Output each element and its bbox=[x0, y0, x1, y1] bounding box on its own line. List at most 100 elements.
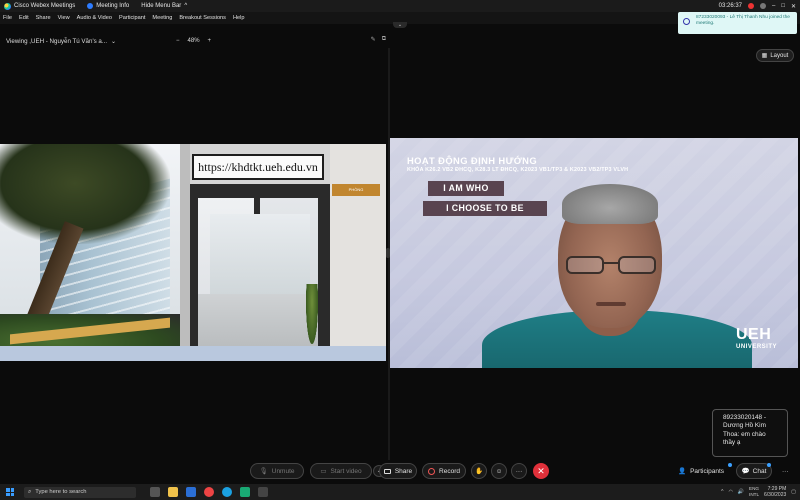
mail-icon[interactable] bbox=[186, 487, 196, 497]
more-panels-button[interactable]: ··· bbox=[782, 463, 789, 479]
speaker-mouth bbox=[596, 302, 626, 306]
mic-muted-icon: 🎙 bbox=[259, 468, 268, 475]
app-name: Cisco Webex Meetings bbox=[14, 3, 76, 9]
menu-breakout-sessions[interactable]: Breakout Sessions bbox=[179, 15, 226, 21]
webex-taskbar-icon[interactable] bbox=[240, 487, 250, 497]
search-icon: ⌕ bbox=[28, 488, 32, 495]
menu-audio-video[interactable]: Audio & Video bbox=[77, 15, 112, 21]
participants-icon: 👤 bbox=[678, 468, 687, 475]
viewing-label[interactable]: Viewing ,UEH - Nguyễn Tú Văn's a... bbox=[6, 38, 107, 45]
shared-bottom-strip bbox=[0, 346, 386, 361]
glasses-bridge bbox=[604, 262, 618, 264]
meeting-info-button[interactable]: Meeting Info bbox=[87, 3, 129, 9]
end-meeting-button[interactable]: ✕ bbox=[533, 463, 549, 479]
menu-help[interactable]: Help bbox=[233, 15, 245, 21]
zoom-out-button[interactable]: − bbox=[176, 38, 180, 44]
network-icon[interactable]: ◠ bbox=[728, 489, 732, 495]
start-video-button[interactable]: ▭ Start video bbox=[310, 463, 372, 479]
record-button[interactable]: Record bbox=[422, 463, 466, 479]
viewing-dropdown-icon[interactable]: ⌄ bbox=[111, 38, 116, 45]
menu-edit[interactable]: Edit bbox=[19, 15, 29, 21]
wall-right bbox=[330, 144, 386, 361]
windows-start-icon[interactable] bbox=[6, 488, 14, 496]
shared-content: https://khdtkt.ueh.edu.vn PHÒNG bbox=[0, 144, 386, 361]
tree-canopy-image bbox=[0, 144, 170, 244]
clock[interactable]: 7:29 PM 6/30/2023 bbox=[764, 486, 786, 498]
menu-meeting[interactable]: Meeting bbox=[152, 15, 172, 21]
url-sign: https://khdtkt.ueh.edu.vn bbox=[192, 154, 324, 180]
language-indicator[interactable]: ENG INTL bbox=[749, 486, 759, 498]
office-entrance-image: https://khdtkt.ueh.edu.vn PHÒNG bbox=[180, 144, 386, 361]
layout-label: Layout bbox=[770, 52, 789, 59]
system-tray: ^ ◠ 🔊 ENG INTL 7:29 PM 6/30/2023 ▢ bbox=[721, 484, 796, 500]
taskbar-search[interactable]: ⌕ Type here to search bbox=[24, 486, 136, 498]
collapse-caret-icon[interactable]: ⌄ bbox=[393, 22, 407, 28]
glasses-lens-left bbox=[566, 256, 604, 274]
slide-line-2: I CHOOSE TO BE bbox=[423, 201, 547, 216]
viewing-bar: Viewing ,UEH - Nguyễn Tú Văn's a... ⌄ − … bbox=[0, 34, 388, 48]
end-icon: ✕ bbox=[537, 465, 545, 476]
join-notification: 87233020093 - Lê Thị Thanh Nhu joined th… bbox=[678, 12, 797, 34]
unmute-button[interactable]: 🎙 Unmute bbox=[250, 463, 304, 479]
popout-icon[interactable]: ⧉ bbox=[382, 36, 386, 43]
more-options-button[interactable]: ··· bbox=[511, 463, 527, 479]
slide-subtitle: KHÓA K26.2 VB2 ĐHCQ, K28.3 LT ĐHCQ, K202… bbox=[407, 167, 629, 173]
recording-indicator-icon bbox=[748, 3, 754, 9]
status-icon bbox=[760, 3, 766, 9]
taskbar-apps bbox=[150, 487, 268, 497]
menu-file[interactable]: File bbox=[3, 15, 12, 21]
tray-chevron-icon[interactable]: ^ bbox=[721, 489, 723, 495]
ueh-logo-sub: UNIVERSITY bbox=[736, 344, 778, 350]
raise-hand-button[interactable]: ✋ bbox=[471, 463, 487, 479]
slide-line-1: I AM WHO bbox=[428, 181, 504, 196]
chrome-icon[interactable] bbox=[204, 487, 214, 497]
view-tools: ✎ ⧉ bbox=[371, 36, 386, 43]
webex-logo-icon bbox=[4, 2, 11, 10]
title-bar: Cisco Webex Meetings Meeting Info Hide M… bbox=[0, 0, 800, 12]
zoom-in-button[interactable]: + bbox=[208, 38, 212, 44]
participants-button[interactable]: 👤 Participants bbox=[678, 463, 724, 479]
menu-participant[interactable]: Participant bbox=[119, 15, 145, 21]
minimize-icon[interactable]: – bbox=[772, 3, 775, 9]
chat-notification-text: 89233020148 - Dương Hồ Kim Thoa: em chào… bbox=[723, 414, 766, 447]
participant-icon bbox=[683, 18, 690, 25]
app-icon[interactable] bbox=[258, 487, 268, 497]
meeting-controls: 🎙 Unmute ▭ Start video ⌄ Share Record ✋ … bbox=[0, 460, 800, 484]
share-label: Share bbox=[394, 467, 413, 475]
volume-icon[interactable]: 🔊 bbox=[738, 489, 744, 495]
app-title: Cisco Webex Meetings bbox=[4, 2, 76, 10]
chat-notification[interactable]: 89233020148 - Dương Hồ Kim Thoa: em chào… bbox=[712, 409, 788, 457]
plant-image bbox=[306, 284, 318, 344]
ueh-logo: UEH bbox=[736, 326, 772, 343]
start-video-label: Start video bbox=[330, 467, 362, 475]
reactions-icon: ☺ bbox=[495, 467, 503, 475]
search-placeholder: Type here to search bbox=[35, 489, 87, 495]
chat-badge bbox=[767, 463, 771, 467]
reactions-button[interactable]: ☺ bbox=[491, 463, 507, 479]
maximize-icon[interactable]: □ bbox=[781, 3, 785, 9]
glasses-lens-right bbox=[618, 256, 656, 274]
video-off-icon: ▭ bbox=[320, 468, 327, 475]
task-view-icon[interactable] bbox=[150, 487, 160, 497]
speaker-glasses bbox=[566, 256, 658, 278]
edge-icon[interactable] bbox=[222, 487, 232, 497]
more-icon: ··· bbox=[515, 467, 523, 475]
close-icon[interactable]: ✕ bbox=[791, 3, 796, 10]
annotate-icon[interactable]: ✎ bbox=[371, 36, 376, 43]
menu-view[interactable]: View bbox=[58, 15, 70, 21]
hide-menu-label: Hide Menu Bar bbox=[141, 3, 182, 9]
hide-menu-bar-button[interactable]: Hide Menu Bar ^ bbox=[141, 3, 187, 9]
wall-left bbox=[180, 144, 190, 361]
room-plate: PHÒNG bbox=[332, 184, 380, 196]
speaker-hair bbox=[562, 184, 658, 224]
lang-2: INTL bbox=[749, 492, 760, 497]
file-explorer-icon[interactable] bbox=[168, 487, 178, 497]
layout-button[interactable]: ▦ Layout bbox=[756, 49, 794, 62]
caret-up-icon: ^ bbox=[184, 3, 188, 9]
share-button[interactable]: Share bbox=[379, 463, 417, 479]
slide-title: HOẠT ĐỘNG ĐỊNH HƯỚNG bbox=[407, 155, 538, 166]
window-controls: 03:26:37 – □ ✕ bbox=[719, 0, 796, 12]
notifications-icon[interactable]: ▢ bbox=[791, 489, 796, 495]
chat-icon: 💬 bbox=[741, 468, 750, 475]
menu-share[interactable]: Share bbox=[36, 15, 51, 21]
